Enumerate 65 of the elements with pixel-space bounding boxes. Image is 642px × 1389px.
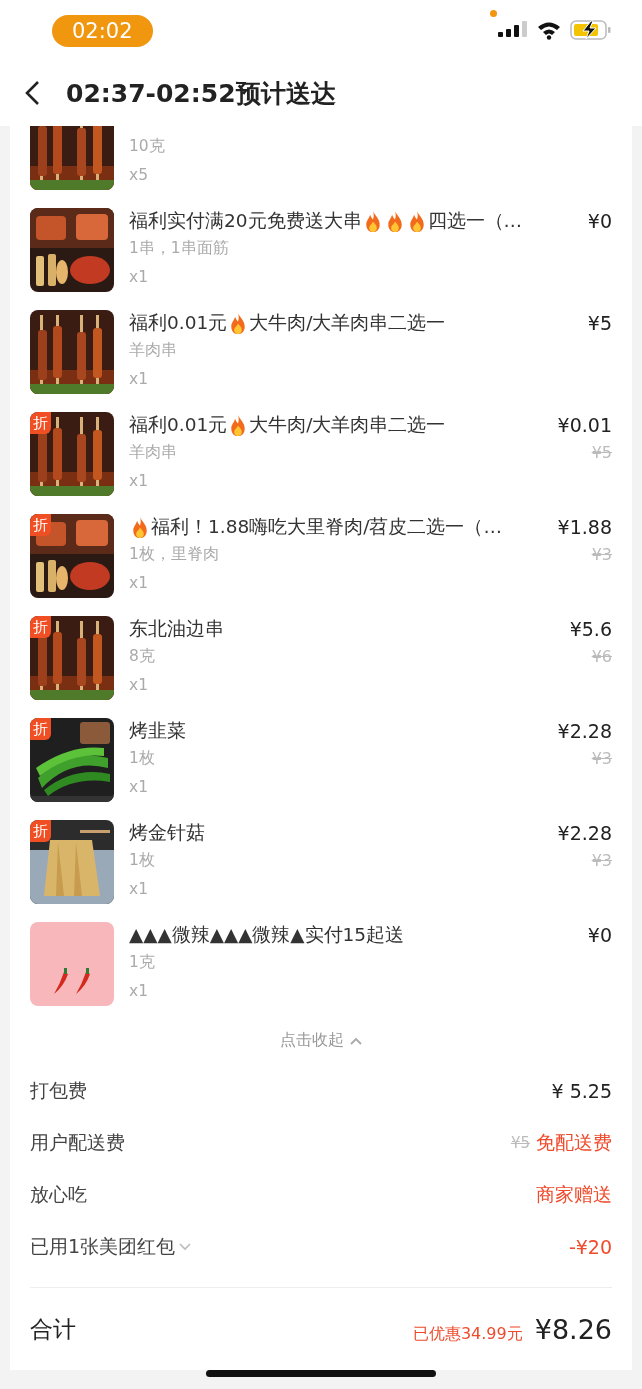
item-price: ¥2.28 [557,821,612,846]
discount-badge: 折 [30,820,51,842]
fee-value: ¥ 5.25 [551,1080,612,1102]
item-name: 福利！1.88嗨吃大里脊肉/苕皮二选一（… [129,514,535,540]
item-name: 烤金针菇 [129,821,206,845]
item-quantity: x5 [129,165,150,186]
item-name: 东北油边串 [129,617,225,641]
item-quantity: x1 [129,573,150,594]
savings-text: 已优惠34.99元 [412,1323,523,1345]
item-spec: 1串，1串面筋 [129,238,230,259]
item-spec: 1枚 [129,748,156,769]
item-spec: 8克 [129,646,156,667]
item-name: 烤韭菜 [129,719,187,743]
item-price: ¥1.88 [557,515,612,540]
back-icon[interactable] [24,80,40,106]
original-price: ¥3 [591,748,612,770]
item-spec: 羊肉串 [129,442,178,463]
item-price: ¥0 [587,923,612,948]
fee-value: -¥20 [568,1236,612,1258]
item-name: ▲▲▲微辣▲▲▲微辣▲实付15起送 [129,923,406,947]
discount-badge: 折 [30,514,51,536]
fee-value: 免配送费 [536,1130,612,1155]
item-quantity: x1 [129,879,150,900]
discount-badge: 折 [30,718,51,740]
total-amount: ¥8.26 [534,1313,612,1345]
original-fee: ¥5 [510,1134,530,1152]
fee-label: 打包费 [30,1078,87,1103]
item-quantity: x1 [129,471,150,492]
item-price: ¥5.6 [569,617,612,642]
item-quantity: x1 [129,777,150,798]
wifi-icon [536,20,562,40]
item-name: 福利实付满20元免费送大串 四选一（… [129,208,524,234]
fee-label: 放心吃 [30,1182,87,1207]
original-price: ¥5 [591,442,612,464]
original-price: ¥6 [591,646,612,668]
item-spec: 羊肉串 [129,340,178,361]
original-price: ¥3 [591,544,612,566]
item-price: ¥5 [587,311,612,336]
fee-label[interactable]: 已用1张美团红包 [30,1234,192,1260]
item-name: 福利0.01元 大牛肉/大羊肉串二选一 [129,310,447,336]
item-price: ¥2.28 [557,719,612,744]
item-spec: 1枚，里脊肉 [129,544,220,565]
item-spec: 1克 [129,952,156,973]
page-title: 02:37-02:52预计送达 [66,77,336,110]
item-spec: 1枚 [129,850,156,871]
privacy-dot-icon [490,10,497,17]
item-price: ¥0.01 [557,413,612,438]
item-name: 福利0.01元 大牛肉/大羊肉串二选一 [129,412,447,438]
item-quantity: x1 [129,981,150,1002]
item-spec: 10克 [129,136,166,157]
discount-badge: 折 [30,616,51,638]
fee-value: 商家赠送 [536,1182,612,1207]
fire-icon [130,515,150,539]
total-label: 合计 [30,1314,76,1344]
status-time: 02:02 [52,15,153,47]
fee-label: 用户配送费 [30,1130,125,1155]
caret-up-icon [350,1036,362,1045]
item-price: ¥0 [587,209,612,234]
item-quantity: x1 [129,675,150,696]
signal-icon [498,20,528,40]
original-price: ¥3 [591,850,612,872]
discount-badge: 折 [30,412,51,434]
battery-charging-icon [570,19,612,41]
item-quantity: x1 [129,267,150,288]
item-quantity: x1 [129,369,150,390]
